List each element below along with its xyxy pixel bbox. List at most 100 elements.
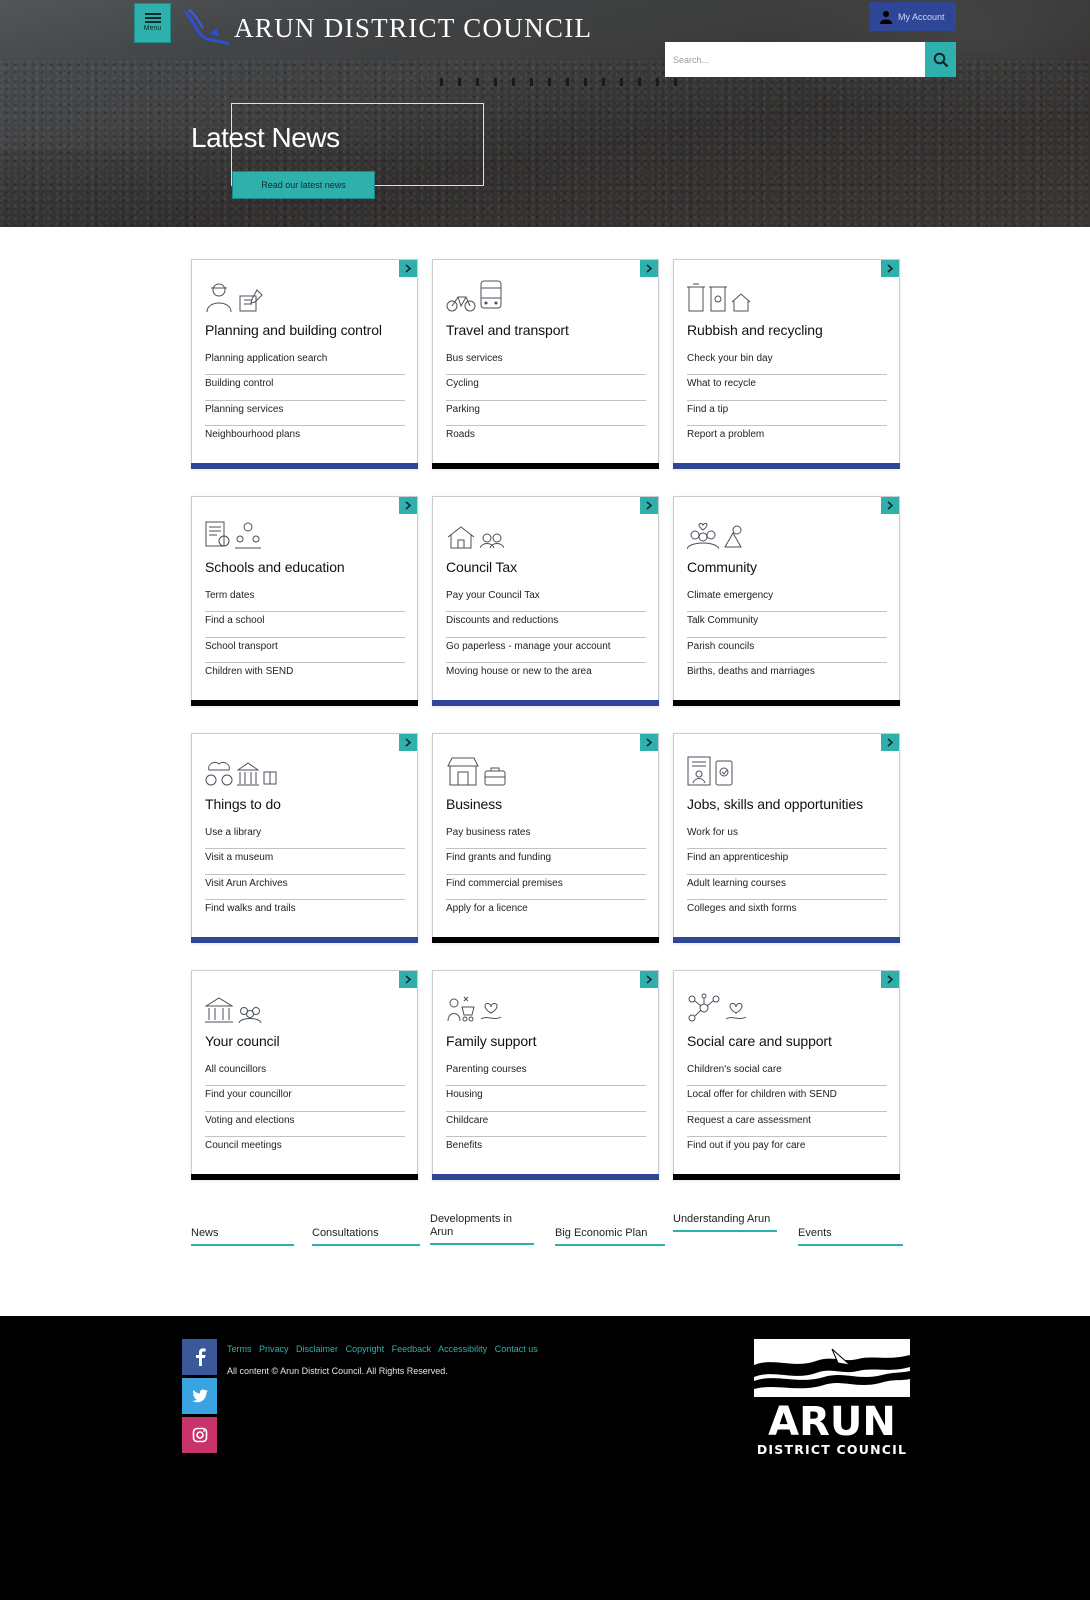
card-title[interactable]: Business — [446, 796, 502, 812]
footer-link-copyright[interactable]: Copyright — [346, 1344, 385, 1354]
card-link[interactable]: Use a library — [205, 824, 405, 850]
card-link[interactable]: Check your bin day — [687, 350, 887, 376]
card-link[interactable]: Work for us — [687, 824, 887, 850]
card-title[interactable]: Family support — [446, 1033, 537, 1049]
card-link[interactable]: Moving house or new to the area — [446, 663, 646, 688]
footer-link-contact[interactable]: Contact us — [495, 1344, 538, 1354]
card-link[interactable]: Planning application search — [205, 350, 405, 376]
card-arrow-button[interactable] — [640, 260, 658, 277]
quick-link-developments[interactable]: Developments in Arun — [430, 1213, 534, 1245]
card-link[interactable]: Find an apprenticeship — [687, 849, 887, 875]
quick-link-news[interactable]: News — [191, 1227, 294, 1246]
card-link[interactable]: Adult learning courses — [687, 875, 887, 900]
my-account-button[interactable]: My Account — [869, 2, 956, 31]
card-link[interactable]: Pay business rates — [446, 824, 646, 850]
card-link[interactable]: Discounts and reductions — [446, 612, 646, 638]
card-title[interactable]: Schools and education — [205, 559, 345, 575]
card-link[interactable]: Find walks and trails — [205, 900, 405, 925]
card-link[interactable]: Neighbourhood plans — [205, 426, 405, 451]
card-accent-bar — [191, 1174, 418, 1180]
card-arrow-button[interactable] — [640, 497, 658, 514]
card-link[interactable]: Voting and elections — [205, 1112, 405, 1137]
footer-link-accessibility[interactable]: Accessibility — [438, 1344, 487, 1354]
card-link[interactable]: Apply for a licence — [446, 900, 646, 925]
card-link[interactable]: What to recycle — [687, 375, 887, 401]
card-arrow-button[interactable] — [640, 971, 658, 988]
card-link[interactable]: All councillors — [205, 1061, 405, 1087]
card-title[interactable]: Your council — [205, 1033, 280, 1049]
facebook-link[interactable] — [182, 1339, 217, 1375]
card-link[interactable]: Visit a museum — [205, 849, 405, 875]
card-link[interactable]: Find grants and funding — [446, 849, 646, 875]
card-link[interactable]: Find a tip — [687, 401, 887, 426]
card-arrow-button[interactable] — [881, 260, 899, 277]
card-link[interactable]: Find your councillor — [205, 1086, 405, 1112]
card-title[interactable]: Rubbish and recycling — [687, 322, 823, 338]
card-link[interactable]: Find a school — [205, 612, 405, 638]
card-link[interactable]: Cycling — [446, 375, 646, 401]
card-title[interactable]: Things to do — [205, 796, 281, 812]
card-link[interactable]: Find commercial premises — [446, 875, 646, 900]
card-link[interactable]: Colleges and sixth forms — [687, 900, 887, 925]
menu-button[interactable]: Menu — [134, 3, 171, 43]
card-link[interactable]: Pay your Council Tax — [446, 587, 646, 613]
card-link[interactable]: Climate emergency — [687, 587, 887, 613]
card-link[interactable]: Go paperless - manage your account — [446, 638, 646, 663]
footer-link-privacy[interactable]: Privacy — [259, 1344, 289, 1354]
card-link[interactable]: Council meetings — [205, 1137, 405, 1162]
card-arrow-button[interactable] — [399, 260, 417, 277]
footer-logo-text: ARUN — [768, 1399, 896, 1445]
card-link-list: Pay your Council Tax Discounts and reduct… — [446, 587, 646, 688]
card-link[interactable]: Term dates — [205, 587, 405, 613]
card-illustration-icon — [205, 752, 277, 786]
read-latest-news-button[interactable]: Read our latest news — [232, 171, 375, 199]
card-link[interactable]: Report a problem — [687, 426, 887, 451]
card-title[interactable]: Jobs, skills and opportunities — [687, 796, 863, 812]
card-link[interactable]: Talk Community — [687, 612, 887, 638]
card-link[interactable]: School transport — [205, 638, 405, 663]
card-link[interactable]: Local offer for children with SEND — [687, 1086, 887, 1112]
card-link[interactable]: Births, deaths and marriages — [687, 663, 887, 688]
footer-link-terms[interactable]: Terms — [227, 1344, 252, 1354]
search-button[interactable] — [925, 42, 956, 77]
quick-link-big-economic-plan[interactable]: Big Economic Plan — [555, 1227, 665, 1246]
card-link[interactable]: Roads — [446, 426, 646, 451]
card-title[interactable]: Council Tax — [446, 559, 517, 575]
search-input[interactable] — [665, 42, 925, 77]
card-arrow-button[interactable] — [399, 734, 417, 751]
card-link[interactable]: Request a care assessment — [687, 1112, 887, 1137]
footer-link-disclaimer[interactable]: Disclaimer — [296, 1344, 338, 1354]
twitter-link[interactable] — [182, 1378, 217, 1414]
card-link[interactable]: Building control — [205, 375, 405, 401]
footer-link-feedback[interactable]: Feedback — [392, 1344, 432, 1354]
site-title[interactable]: ARUN DISTRICT COUNCIL — [234, 13, 592, 44]
card-title[interactable]: Travel and transport — [446, 322, 569, 338]
card-accent-bar — [191, 700, 418, 706]
card-link[interactable]: Children with SEND — [205, 663, 405, 688]
card-arrow-button[interactable] — [640, 734, 658, 751]
card-link[interactable]: Visit Arun Archives — [205, 875, 405, 900]
card-link[interactable]: Parish councils — [687, 638, 887, 663]
card-title[interactable]: Planning and building control — [205, 322, 382, 338]
card-link[interactable]: Benefits — [446, 1137, 646, 1162]
card-link[interactable]: Parking — [446, 401, 646, 426]
card-link[interactable]: Parenting courses — [446, 1061, 646, 1087]
card-arrow-button[interactable] — [881, 734, 899, 751]
quick-link-events[interactable]: Events — [798, 1227, 903, 1246]
card-link[interactable]: Childcare — [446, 1112, 646, 1137]
card-link[interactable]: Bus services — [446, 350, 646, 376]
card-link[interactable]: Housing — [446, 1086, 646, 1112]
card-title[interactable]: Community — [687, 559, 757, 575]
card-arrow-button[interactable] — [399, 497, 417, 514]
quick-link-understanding-arun[interactable]: Understanding Arun — [673, 1213, 777, 1232]
card-arrow-button[interactable] — [881, 971, 899, 988]
card-arrow-button[interactable] — [881, 497, 899, 514]
card-link[interactable]: Planning services — [205, 401, 405, 426]
instagram-link[interactable] — [182, 1417, 217, 1453]
council-logo-icon[interactable] — [183, 8, 231, 46]
card-arrow-button[interactable] — [399, 971, 417, 988]
card-link[interactable]: Find out if you pay for care — [687, 1137, 887, 1162]
card-link[interactable]: Children's social care — [687, 1061, 887, 1087]
card-title[interactable]: Social care and support — [687, 1033, 832, 1049]
quick-link-consultations[interactable]: Consultations — [312, 1227, 420, 1246]
